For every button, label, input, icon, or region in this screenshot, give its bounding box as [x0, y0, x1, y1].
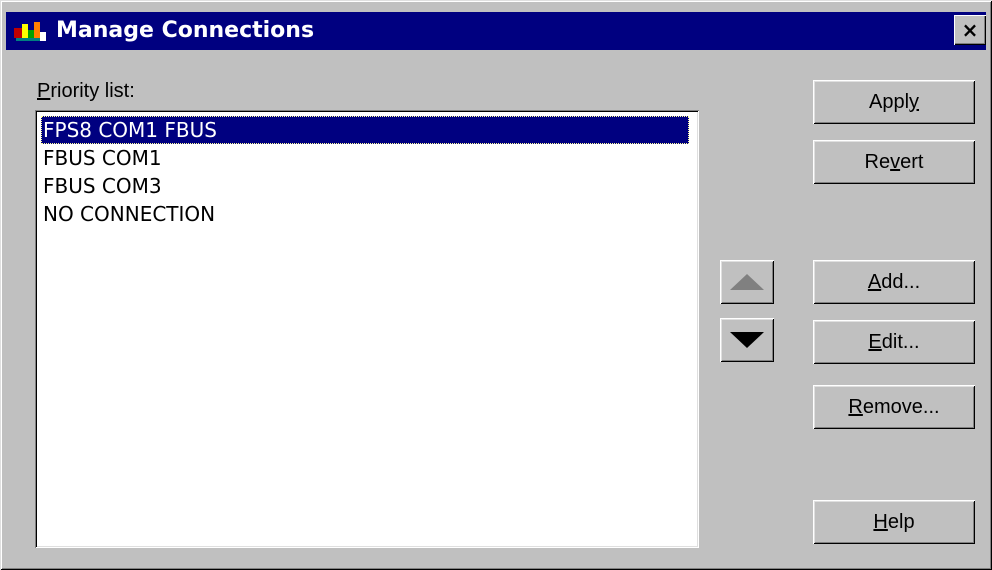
move-down-button[interactable] [720, 318, 774, 362]
edit-button[interactable]: Edit... [813, 320, 975, 364]
help-button[interactable]: Help [813, 500, 975, 544]
revert-button[interactable]: Revert [813, 140, 975, 184]
list-item[interactable]: NO CONNECTION [41, 200, 217, 228]
window-title: Manage Connections [56, 18, 315, 43]
remove-button[interactable]: Remove... [813, 385, 975, 429]
manage-connections-app-icon [14, 22, 46, 41]
priority-listbox[interactable]: FPS8 COM1 FBUS FBUS COM1 FBUS COM3 NO CO… [35, 110, 699, 548]
apply-button[interactable]: Apply [813, 80, 975, 124]
triangle-up-icon [730, 274, 764, 290]
list-item[interactable]: FBUS COM3 [41, 172, 164, 200]
add-button[interactable]: Add... [813, 260, 975, 304]
list-item[interactable]: FBUS COM1 [41, 144, 164, 172]
close-button[interactable]: × [954, 15, 986, 45]
list-item[interactable]: FPS8 COM1 FBUS [41, 116, 689, 144]
move-up-button[interactable] [720, 260, 774, 304]
manage-connections-dialog: Manage Connections × Priority list: FPS8… [0, 0, 992, 570]
priority-list-label: Priority list: [37, 80, 135, 102]
triangle-down-icon [730, 332, 764, 348]
title-bar[interactable]: Manage Connections × [6, 12, 986, 50]
close-icon: × [961, 18, 979, 42]
